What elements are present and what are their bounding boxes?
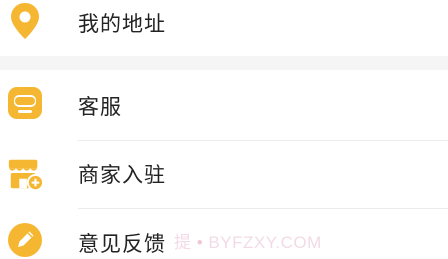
menu-item-merchant-join[interactable]: 商家入驻 (0, 141, 448, 207)
menu-item-label: 商家入驻 (78, 163, 166, 187)
watermark-text-right: BYFZXY.COM (208, 233, 322, 252)
watermark: 提 • BYFZXY.COM (174, 228, 322, 253)
watermark-dot: • (196, 233, 204, 252)
menu-item-label: 我的地址 (78, 12, 166, 36)
pencil-feedback-icon (6, 221, 44, 259)
store-add-icon (6, 155, 44, 193)
menu-item-label: 客服 (78, 95, 122, 119)
customer-service-headset-icon (6, 84, 44, 122)
location-pin-icon (6, 2, 44, 40)
menu-item-label: 意见反馈 (78, 232, 166, 256)
watermark-text-left: 提 (174, 233, 192, 252)
menu-item-my-address[interactable]: 我的地址 (0, 0, 448, 50)
section-separator (0, 56, 448, 70)
menu-item-customer-service[interactable]: 客服 (0, 70, 448, 136)
